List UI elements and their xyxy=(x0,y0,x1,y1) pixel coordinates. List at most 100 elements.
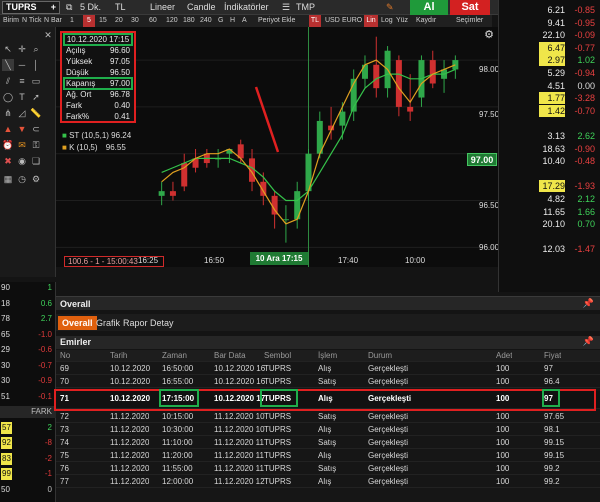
period-180[interactable]: 180 xyxy=(183,15,195,27)
note-icon[interactable]: ✉ xyxy=(16,139,28,151)
gann-icon[interactable]: ◿ xyxy=(16,107,28,119)
watchlist-row[interactable] xyxy=(499,231,600,243)
column-header[interactable]: Fiyat xyxy=(544,350,561,362)
pin-icon[interactable]: 📌 xyxy=(583,336,594,347)
period-a[interactable]: A xyxy=(242,15,247,27)
template-menu[interactable]: TMP xyxy=(296,2,315,13)
pin-icon[interactable]: 📌 xyxy=(583,298,594,309)
arrow-icon[interactable]: ➚ xyxy=(30,91,42,103)
delete-drawing-icon[interactable]: ✖ xyxy=(2,155,14,167)
period-1[interactable]: 1 xyxy=(70,15,74,27)
left-column-row[interactable]: 50 0 xyxy=(0,484,56,496)
selections-menu[interactable]: Seçimler xyxy=(456,15,483,27)
zoom-icon[interactable]: ⌕ xyxy=(30,43,42,55)
left-column-row[interactable]: 30 -0.9 xyxy=(0,375,56,387)
trendline-icon[interactable]: ╲ xyxy=(2,59,14,71)
scale-lin[interactable]: Lin xyxy=(364,15,378,27)
watchlist-row[interactable]: 4.51 0.00 xyxy=(499,80,600,92)
chart-type-selector[interactable]: Candle xyxy=(187,2,216,13)
buy-button[interactable]: Al xyxy=(410,0,448,15)
left-column-row[interactable]: 90 1 xyxy=(0,282,56,294)
table-row[interactable]: 76 11.12.2020 11:55:00 11.12.2020 11 TUPRS Sa… xyxy=(56,463,600,475)
left-column-row[interactable]: 99 -1 xyxy=(0,468,56,480)
left-column-row[interactable]: 92 -8 xyxy=(0,437,56,449)
buy-marker-icon[interactable]: ▲ xyxy=(2,123,14,135)
currency-usd[interactable]: USD xyxy=(325,15,340,27)
watchlist-row[interactable]: 4.82 2.12 xyxy=(499,193,600,205)
lock-icon[interactable]: ⚿ xyxy=(30,139,42,151)
currency-euro[interactable]: EURO xyxy=(342,15,362,27)
period-120[interactable]: 120 xyxy=(166,15,178,27)
column-header[interactable]: Sembol xyxy=(264,350,291,362)
watchlist-row[interactable] xyxy=(499,168,600,180)
watchlist-row[interactable]: 1.77 -3.28 xyxy=(499,92,600,105)
watchlist-row[interactable]: 10.40 -0.48 xyxy=(499,155,600,167)
scale-percent[interactable]: Yüz xyxy=(396,15,408,27)
watchlist-row[interactable]: 17.29 -1.93 xyxy=(499,180,600,193)
period-30[interactable]: 30 xyxy=(131,15,139,27)
period-selector[interactable]: 5 Dk. xyxy=(80,2,101,13)
currency-tl[interactable]: TL xyxy=(309,15,321,27)
period-ntick[interactable]: N Tick xyxy=(22,15,41,27)
table-row[interactable]: 75 11.12.2020 11:20:00 11.12.2020 11 TUPRS Al… xyxy=(56,450,600,462)
currency-selector[interactable]: TL xyxy=(115,2,126,13)
table-row[interactable]: 70 10.12.2020 16:55:00 10.12.2020 16 TUPRS Sa… xyxy=(56,376,600,388)
alarm-icon[interactable]: ⏰ xyxy=(2,139,14,151)
ruler-icon[interactable]: 📏 xyxy=(30,107,42,119)
table-row[interactable]: 77 11.12.2020 12:00:00 11.12.2020 12 TUPRS Al… xyxy=(56,476,600,488)
watchlist-row[interactable]: 2.97 1.02 xyxy=(499,54,600,67)
period-g[interactable]: G xyxy=(218,15,223,27)
column-header[interactable]: No xyxy=(60,350,70,362)
watchlist-row[interactable]: 18.63 -0.90 xyxy=(499,143,600,155)
pen-icon[interactable]: ✎ xyxy=(386,2,394,13)
left-column-row[interactable]: 30 -0.7 xyxy=(0,360,56,372)
channel-icon[interactable]: ⫽ xyxy=(2,75,14,87)
sell-button[interactable]: Sat xyxy=(450,0,490,15)
settings-icon[interactable]: ⚙ xyxy=(30,173,42,185)
watchlist-row[interactable] xyxy=(499,117,600,129)
close-icon[interactable]: ✕ xyxy=(42,29,54,41)
hline-icon[interactable]: ─ xyxy=(16,59,28,71)
period-15[interactable]: 15 xyxy=(99,15,107,27)
period-240[interactable]: 240 xyxy=(200,15,212,27)
column-header[interactable]: Bar Data xyxy=(214,350,246,362)
eye-icon[interactable]: ◉ xyxy=(16,155,28,167)
indicators-menu[interactable]: İndikatörler xyxy=(224,2,269,13)
pitchfork-icon[interactable]: ⋔ xyxy=(2,107,14,119)
clock-icon[interactable]: ◷ xyxy=(16,173,28,185)
crosshair-icon[interactable]: ✛ xyxy=(16,43,28,55)
left-column-row[interactable]: 83 -2 xyxy=(0,452,56,465)
table-row[interactable]: 74 11.12.2020 11:10:00 11.12.2020 11 TUPRS Sa… xyxy=(56,437,600,449)
watchlist-row[interactable]: 3.13 2.62 xyxy=(499,130,600,142)
watchlist-row[interactable]: 1.42 -0.70 xyxy=(499,104,600,117)
ellipse-icon[interactable]: ◯ xyxy=(2,91,14,103)
layers-icon[interactable]: ❏ xyxy=(30,155,42,167)
table-row[interactable]: 69 10.12.2020 16:50:00 10.12.2020 16 TUPRS Al… xyxy=(56,363,600,375)
table-row[interactable]: 73 11.12.2020 10:30:00 11.12.2020 10 TUPRS Al… xyxy=(56,424,600,436)
magnet-icon[interactable]: ⊂ xyxy=(30,123,42,135)
multi-chart-icon[interactable]: ▦ xyxy=(2,173,14,185)
add-period-button[interactable]: Periyot Ekle xyxy=(258,15,295,27)
scale-selector[interactable]: Lineer xyxy=(150,2,175,13)
watchlist-row[interactable]: 5.29 -0.94 xyxy=(499,67,600,79)
column-header[interactable]: Tarih xyxy=(110,350,127,362)
watchlist-row[interactable]: 12.03 -1.47 xyxy=(499,243,600,255)
left-column-row[interactable]: 57 2 xyxy=(0,421,56,434)
period-unit[interactable]: Birim xyxy=(3,15,19,27)
watchlist-row[interactable]: 20.10 0.70 xyxy=(499,218,600,230)
column-header[interactable]: Adet xyxy=(496,350,512,362)
column-header[interactable]: Durum xyxy=(368,350,392,362)
left-column-row[interactable]: 18 0.6 xyxy=(0,298,56,310)
left-column-row[interactable]: 51 -0.1 xyxy=(0,391,56,403)
fibonacci-icon[interactable]: ≡ xyxy=(16,75,28,87)
symbol-selector[interactable]: TUPRS + xyxy=(2,1,60,14)
table-header-row[interactable]: No Tarih Zaman Bar Data Sembol İşlem Durum Adet… xyxy=(56,350,600,362)
rectangle-icon[interactable]: ▭ xyxy=(30,75,42,87)
column-header[interactable]: Zaman xyxy=(162,350,187,362)
table-row[interactable]: 72 11.12.2020 10:15:00 11.12.2020 10 TUPRS Sa… xyxy=(56,411,600,423)
left-column-row[interactable]: FARK xyxy=(0,406,56,418)
sell-marker-icon[interactable]: ▼ xyxy=(16,123,28,135)
left-column-row[interactable]: 65 -1.0 xyxy=(0,329,56,341)
watchlist-row[interactable]: 6.47 -0.77 xyxy=(499,41,600,54)
template-icon[interactable]: ☰ xyxy=(282,2,290,13)
